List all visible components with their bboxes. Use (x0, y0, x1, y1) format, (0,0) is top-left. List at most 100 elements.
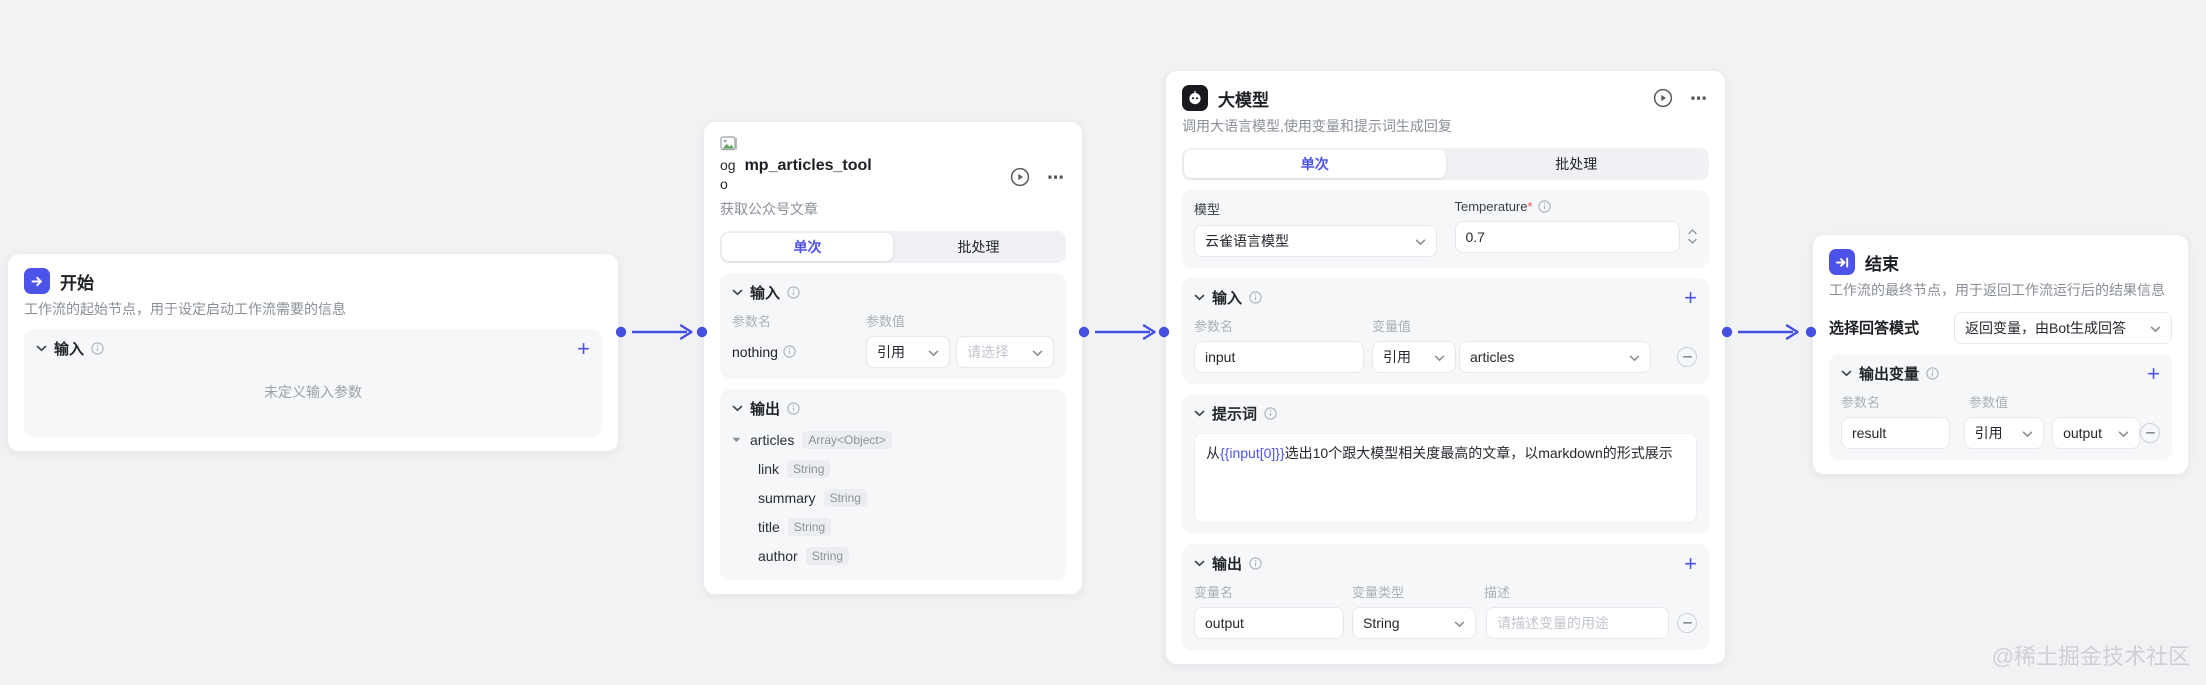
tab-single[interactable]: 单次 (722, 232, 893, 261)
value-ref-select[interactable]: 请选择 (956, 335, 1054, 368)
add-input-param-button[interactable]: + (1684, 286, 1697, 308)
value-ref-select[interactable]: output (2052, 416, 2140, 449)
col-description: 描述 (1484, 584, 1511, 600)
param-name-input[interactable]: result (1841, 416, 1950, 449)
broken-image-icon (720, 136, 737, 151)
llm-output-section-title: 输出 (1212, 556, 1243, 574)
value-method-select[interactable]: 引用 (866, 335, 950, 368)
info-icon (1264, 407, 1277, 421)
remove-row-button[interactable] (2140, 422, 2160, 443)
chevron-down-icon (2150, 326, 2161, 333)
start-node[interactable]: 开始 工作流的起始节点，用于设定启动工作流需要的信息 输入 + 未定义输入参数 (7, 253, 619, 452)
start-node-header: 开始 (24, 268, 602, 294)
col-variable-value: 变量值 (1372, 318, 1412, 334)
end-node-description: 工作流的最终节点，用于返回工作流运行后的结果信息 (1829, 282, 2165, 298)
col-param-name: 参数名 (1841, 394, 1881, 410)
col-variable-type: 变量类型 (1352, 584, 1405, 600)
more-menu-button[interactable]: ⋯ (1047, 169, 1066, 186)
output-field-type: String (805, 546, 850, 565)
llm-node-icon (1182, 85, 1208, 111)
stepper-up-icon[interactable] (1688, 229, 1697, 235)
llm-node-header: 大模型 ⋯ (1182, 85, 1709, 111)
info-icon (787, 402, 800, 416)
output-field-type: String (787, 459, 831, 478)
variable-description-input[interactable]: 请描述变量的用途 (1486, 606, 1669, 639)
output-tree-child-row: author String (732, 546, 1054, 565)
value-method-select[interactable]: 引用 (1372, 340, 1456, 373)
output-field-type: String (787, 517, 832, 536)
info-icon (1537, 200, 1551, 213)
temperature-input[interactable]: 0.7 (1454, 220, 1680, 253)
collapse-chevron-icon[interactable] (1194, 560, 1205, 567)
minus-icon (2145, 431, 2155, 434)
output-tree-child-row: title String (732, 517, 1054, 536)
watermark: @稀土掘金技术社区 (1991, 644, 2190, 669)
col-param-name: 参数名 (1194, 318, 1234, 334)
tab-batch[interactable]: 批处理 (1446, 150, 1708, 178)
add-output-variable-button[interactable]: + (2147, 362, 2160, 384)
param-name-input[interactable]: input (1194, 340, 1364, 373)
end-arrow-icon (1835, 257, 1848, 267)
model-select[interactable]: 云雀语言模型 (1194, 224, 1437, 257)
chevron-down-icon (1032, 350, 1043, 357)
remove-row-button[interactable] (1677, 346, 1697, 367)
col-param-value: 参数值 (866, 313, 906, 329)
stepper-down-icon[interactable] (1688, 238, 1697, 245)
tab-single[interactable]: 单次 (1184, 149, 1446, 178)
llm-model-panel: 模型 云雀语言模型 Temperature* 0.7 (1182, 189, 1709, 268)
tool-node-header: og mp_articles_tool o 获取公众号文章 (720, 136, 872, 219)
output-tree-child-row: summary String (732, 488, 1054, 507)
tool-icon-alt-text-2: o (720, 176, 728, 192)
info-icon (1926, 367, 1939, 381)
param-name-label: nothing (732, 344, 866, 360)
run-node-button[interactable] (1652, 87, 1674, 109)
chevron-down-icon (2022, 431, 2033, 438)
output-field-type: Array<Object> (802, 430, 892, 449)
answer-mode-select[interactable]: 返回变量，由Bot生成回答 (1954, 311, 2172, 344)
col-param-name: 参数名 (732, 313, 772, 329)
tool-node-title: mp_articles_tool (744, 157, 872, 174)
answer-mode-label: 选择回答模式 (1829, 320, 1920, 338)
end-node-title: 结束 (1865, 254, 1899, 274)
end-output-panel: 输出变量 + 参数名 参数值 result 引用 output (1829, 353, 2172, 460)
remove-row-button[interactable] (1677, 612, 1697, 633)
collapse-chevron-icon[interactable] (732, 289, 743, 296)
value-method-select[interactable]: 引用 (1963, 416, 2045, 449)
info-icon (1249, 291, 1262, 305)
llm-node[interactable]: 大模型 ⋯ 调用大语言模型,使用变量和提示词生成回复 单次 批处理 模型 云雀语… (1165, 70, 1726, 665)
temperature-stepper[interactable] (1688, 229, 1697, 245)
variable-type-select[interactable]: String (1352, 606, 1476, 639)
start-input-empty-text: 未定义输入参数 (264, 383, 362, 400)
tool-node[interactable]: og mp_articles_tool o 获取公众号文章 ⋯ 单次 批处理 输… (703, 121, 1083, 595)
variable-name-input[interactable]: output (1194, 606, 1344, 639)
chevron-down-icon (1629, 355, 1640, 362)
end-node[interactable]: 结束 工作流的最终节点，用于返回工作流运行后的结果信息 选择回答模式 返回变量，… (1812, 234, 2189, 475)
add-input-param-button[interactable]: + (577, 337, 590, 359)
collapse-chevron-icon[interactable] (1194, 410, 1205, 417)
more-menu-button[interactable]: ⋯ (1690, 90, 1709, 107)
chevron-down-icon (2118, 431, 2129, 438)
collapse-chevron-icon[interactable] (1194, 294, 1205, 301)
tab-batch[interactable]: 批处理 (893, 233, 1064, 261)
llm-input-section-title: 输入 (1212, 290, 1243, 308)
collapse-chevron-icon[interactable] (1841, 370, 1852, 377)
edge-arrowhead (1142, 324, 1156, 340)
tool-input-section-title: 输入 (750, 285, 781, 303)
edge-arrowhead (1785, 324, 1799, 340)
prompt-variable-token: {{input[0]}} (1220, 444, 1285, 461)
info-icon (783, 345, 796, 359)
tool-run-mode-tabs: 单次 批处理 (720, 230, 1066, 263)
minus-icon (1682, 355, 1692, 358)
chevron-down-icon (1454, 621, 1465, 628)
tree-caret-icon[interactable] (732, 437, 741, 443)
add-output-param-button[interactable]: + (1684, 552, 1697, 574)
prompt-text-suffix: 选出10个跟大模型相关度最高的文章，以markdown的形式展示 (1284, 444, 1673, 461)
collapse-chevron-icon[interactable] (36, 345, 47, 352)
collapse-chevron-icon[interactable] (732, 405, 743, 412)
prompt-textarea[interactable]: 从{{input[0]}}选出10个跟大模型相关度最高的文章，以markdown… (1194, 432, 1697, 523)
minus-icon (1682, 621, 1692, 624)
end-node-header: 结束 (1829, 249, 2172, 275)
value-ref-select[interactable]: articles (1459, 340, 1651, 373)
run-node-button[interactable] (1009, 166, 1031, 188)
chevron-down-icon (928, 350, 939, 357)
